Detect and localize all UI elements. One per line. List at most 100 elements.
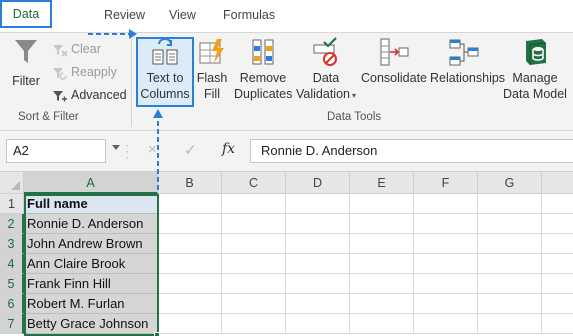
- empty-cell[interactable]: [222, 294, 286, 314]
- empty-cell[interactable]: [158, 194, 222, 214]
- empty-cell[interactable]: [350, 194, 414, 214]
- cell-a4[interactable]: Ann Claire Brook: [24, 254, 158, 274]
- filter-button[interactable]: Filter: [8, 37, 44, 89]
- empty-cell[interactable]: [478, 234, 542, 254]
- tab-view[interactable]: View: [169, 8, 196, 22]
- text-to-columns-button[interactable]: Text to Columns: [138, 37, 192, 102]
- name-box-dropdown-icon[interactable]: [112, 145, 120, 150]
- empty-cell[interactable]: [414, 234, 478, 254]
- empty-cell[interactable]: [542, 234, 573, 254]
- row-header-3[interactable]: 3: [0, 234, 24, 254]
- empty-cell[interactable]: [542, 294, 573, 314]
- insert-function-icon[interactable]: fx: [222, 141, 235, 157]
- formula-bar-grip-icon[interactable]: · · ·: [125, 139, 129, 163]
- remove-duplicates-button[interactable]: Remove Duplicates: [234, 37, 292, 102]
- empty-cell[interactable]: [478, 254, 542, 274]
- empty-cell[interactable]: [286, 314, 350, 334]
- empty-cell[interactable]: [286, 234, 350, 254]
- column-header-e[interactable]: E: [350, 172, 414, 194]
- ribbon-tabs: Data Review View Formulas: [0, 0, 573, 32]
- empty-cell[interactable]: [222, 194, 286, 214]
- empty-cell[interactable]: [542, 254, 573, 274]
- clear-button[interactable]: Clear: [52, 39, 101, 59]
- empty-cell[interactable]: [158, 294, 222, 314]
- empty-cell[interactable]: [542, 214, 573, 234]
- tab-review[interactable]: Review: [104, 8, 145, 22]
- reapply-button[interactable]: Reapply: [52, 62, 117, 82]
- empty-cell[interactable]: [542, 194, 573, 214]
- data-validation-label-1: Data: [312, 71, 340, 85]
- empty-cell[interactable]: [542, 314, 573, 334]
- empty-cell[interactable]: [478, 194, 542, 214]
- empty-cell[interactable]: [286, 254, 350, 274]
- cell-a2[interactable]: Ronnie D. Anderson: [24, 214, 158, 234]
- formula-input[interactable]: Ronnie D. Anderson: [250, 139, 573, 163]
- cancel-icon[interactable]: ×: [148, 141, 157, 158]
- row-header-2[interactable]: 2: [0, 214, 24, 234]
- advanced-button[interactable]: Advanced: [52, 85, 127, 105]
- name-box[interactable]: A2: [6, 139, 106, 163]
- empty-cell[interactable]: [222, 314, 286, 334]
- cell-a6[interactable]: Robert M. Furlan: [24, 294, 158, 314]
- fill-handle[interactable]: [154, 332, 160, 336]
- manage-data-model-button[interactable]: Manage Data Model: [500, 37, 570, 102]
- empty-cell[interactable]: [286, 194, 350, 214]
- flash-fill-button[interactable]: Flash Fill: [196, 37, 228, 102]
- empty-cell[interactable]: [350, 254, 414, 274]
- column-header-f[interactable]: F: [414, 172, 478, 194]
- empty-cell[interactable]: [222, 214, 286, 234]
- column-header-next[interactable]: [542, 172, 573, 194]
- relationships-label: Relationships: [430, 71, 506, 85]
- column-header-c[interactable]: C: [222, 172, 286, 194]
- worksheet-grid[interactable]: A B C D E F G 1 2 3 4 5 6 7 Full name Ro…: [0, 172, 573, 336]
- relationships-button[interactable]: Relationships: [430, 37, 506, 86]
- empty-cell[interactable]: [414, 254, 478, 274]
- empty-cell[interactable]: [286, 294, 350, 314]
- data-validation-button[interactable]: Data Validation ▾: [294, 37, 358, 104]
- empty-cell[interactable]: [542, 274, 573, 294]
- cell-a5[interactable]: Frank Finn Hill: [24, 274, 158, 294]
- row-header-5[interactable]: 5: [0, 274, 24, 294]
- tab-data[interactable]: Data: [0, 0, 52, 28]
- empty-cell[interactable]: [158, 254, 222, 274]
- empty-cell[interactable]: [478, 274, 542, 294]
- empty-cell[interactable]: [158, 314, 222, 334]
- empty-cell[interactable]: [350, 314, 414, 334]
- row-header-4[interactable]: 4: [0, 254, 24, 274]
- empty-cell[interactable]: [222, 274, 286, 294]
- empty-cell[interactable]: [158, 274, 222, 294]
- cell-a1[interactable]: Full name: [24, 194, 158, 214]
- empty-cell[interactable]: [350, 234, 414, 254]
- column-header-d[interactable]: D: [286, 172, 350, 194]
- column-header-g[interactable]: G: [478, 172, 542, 194]
- empty-cell[interactable]: [222, 254, 286, 274]
- empty-cell[interactable]: [414, 294, 478, 314]
- empty-cell[interactable]: [350, 274, 414, 294]
- row-header-6[interactable]: 6: [0, 294, 24, 314]
- empty-cell[interactable]: [414, 194, 478, 214]
- empty-cell[interactable]: [222, 234, 286, 254]
- empty-cell[interactable]: [350, 214, 414, 234]
- row-header-1[interactable]: 1: [0, 194, 24, 214]
- consolidate-button[interactable]: Consolidate: [360, 37, 428, 86]
- empty-cell[interactable]: [350, 294, 414, 314]
- empty-cell[interactable]: [478, 214, 542, 234]
- column-header-b[interactable]: B: [158, 172, 222, 194]
- select-all-corner[interactable]: [0, 172, 24, 194]
- empty-cell[interactable]: [158, 214, 222, 234]
- empty-cell[interactable]: [478, 294, 542, 314]
- cell-a7[interactable]: Betty Grace Johnson: [24, 314, 158, 334]
- empty-cell[interactable]: [286, 274, 350, 294]
- empty-cell[interactable]: [158, 234, 222, 254]
- empty-cell[interactable]: [286, 214, 350, 234]
- empty-cell[interactable]: [414, 314, 478, 334]
- group-separator: [131, 39, 132, 127]
- tab-formulas[interactable]: Formulas: [223, 8, 275, 22]
- empty-cell[interactable]: [414, 274, 478, 294]
- empty-cell[interactable]: [414, 214, 478, 234]
- row-header-7[interactable]: 7: [0, 314, 24, 334]
- enter-icon[interactable]: ✓: [184, 141, 197, 159]
- cell-a3[interactable]: John Andrew Brown: [24, 234, 158, 254]
- empty-cell[interactable]: [478, 314, 542, 334]
- column-header-a[interactable]: A: [24, 172, 158, 194]
